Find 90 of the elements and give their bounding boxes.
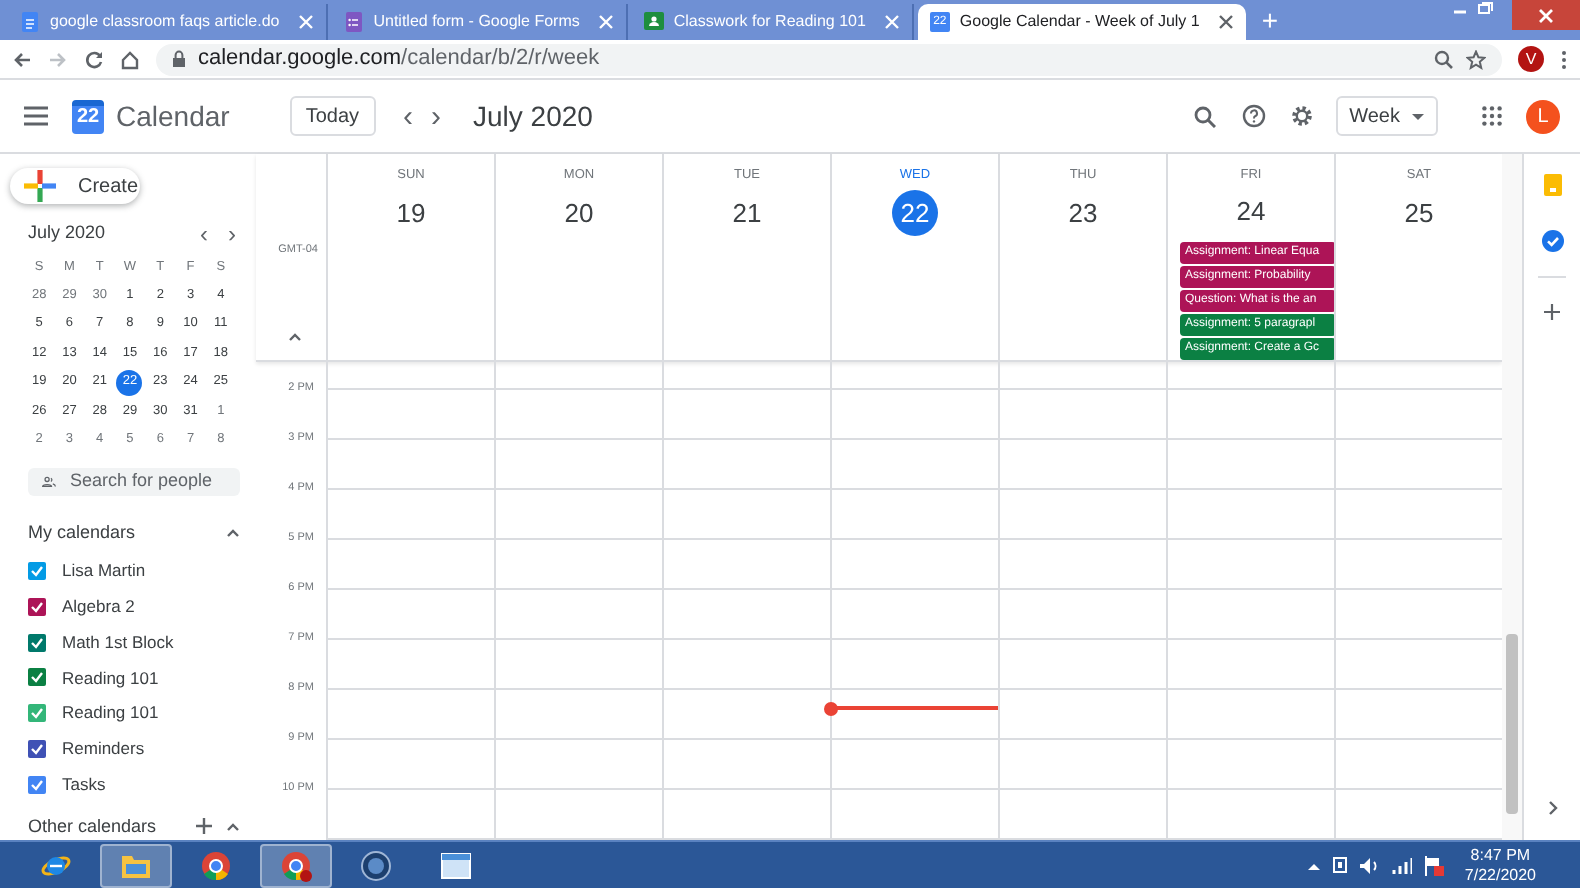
search-icon[interactable] bbox=[1193, 105, 1216, 127]
day-number[interactable]: 25 bbox=[1404, 189, 1434, 236]
device-icon[interactable] bbox=[1332, 856, 1349, 874]
calendar-logo: 22 bbox=[72, 99, 104, 133]
search-people-field[interactable]: Search for people bbox=[28, 467, 240, 496]
tab-title: google classroom faqs article.do bbox=[50, 10, 282, 34]
calendar-checkbox[interactable] bbox=[28, 668, 46, 687]
day-number[interactable]: 24 bbox=[1236, 189, 1266, 232]
calendar-checkbox[interactable] bbox=[28, 633, 46, 652]
back-icon[interactable] bbox=[12, 49, 32, 69]
more-icon[interactable] bbox=[1560, 49, 1568, 69]
add-icon[interactable] bbox=[196, 818, 212, 835]
calendar-name: Reading 101 bbox=[62, 700, 159, 726]
mini-previous-button[interactable]: ‹ bbox=[200, 221, 208, 246]
chrome-logo-icon bbox=[280, 849, 312, 881]
restore-icon[interactable] bbox=[1472, 0, 1496, 18]
help-icon[interactable] bbox=[1241, 104, 1266, 128]
calendar-checkbox[interactable] bbox=[28, 775, 46, 794]
checkmark-icon bbox=[30, 741, 44, 756]
volume-icon[interactable] bbox=[1360, 857, 1381, 873]
taskbar-app[interactable] bbox=[260, 843, 332, 887]
tab-title: Google Calendar - Week of July 1 bbox=[959, 10, 1202, 34]
menu-icon[interactable] bbox=[24, 106, 48, 126]
day-number[interactable]: 22 bbox=[892, 189, 938, 236]
zoom-icon[interactable] bbox=[1434, 49, 1454, 69]
apps-grid-icon[interactable] bbox=[1482, 106, 1502, 126]
scrollbar-thumb[interactable] bbox=[1506, 634, 1518, 814]
checkmark-icon bbox=[30, 777, 44, 792]
signal-icon[interactable] bbox=[1392, 857, 1413, 873]
star-icon[interactable] bbox=[1466, 49, 1486, 69]
today-button[interactable]: Today bbox=[289, 96, 376, 136]
day-number[interactable]: 21 bbox=[732, 189, 762, 236]
close-icon[interactable] bbox=[1217, 14, 1234, 30]
form-icon bbox=[343, 12, 364, 32]
calendar-name: Tasks bbox=[62, 771, 106, 797]
window-icon bbox=[440, 849, 472, 881]
collapse-caret-icon[interactable] bbox=[288, 332, 302, 343]
tab-title: Untitled form - Google Forms bbox=[373, 10, 582, 34]
calendar-checkbox[interactable] bbox=[28, 597, 46, 616]
collapse-caret-icon[interactable] bbox=[226, 821, 240, 832]
address-bar[interactable]: calendar.google.com/calendar/b/2/r/week bbox=[156, 43, 1502, 75]
plus-icon bbox=[22, 168, 58, 204]
reload-icon[interactable] bbox=[84, 49, 104, 69]
calendar-name: Algebra 2 bbox=[62, 594, 135, 620]
day-number[interactable]: 23 bbox=[1068, 189, 1098, 236]
section-title: Other calendars bbox=[28, 813, 159, 839]
clock-time: 8:47 PM bbox=[1470, 845, 1531, 865]
close-icon bbox=[1538, 7, 1554, 23]
view-dropdown[interactable]: Week bbox=[1335, 96, 1438, 136]
calendar-name: Reminders bbox=[62, 736, 145, 762]
calendar-checkbox[interactable] bbox=[28, 704, 46, 723]
home-icon[interactable] bbox=[120, 49, 140, 69]
mini-calendar-title: July 2020 bbox=[28, 220, 108, 246]
section-title: My calendars bbox=[28, 519, 138, 546]
chrome-logo-icon bbox=[200, 849, 232, 881]
collapse-caret-icon[interactable] bbox=[226, 528, 240, 538]
checkmark-icon bbox=[30, 599, 44, 614]
calendar-name: Lisa Martin bbox=[62, 558, 146, 584]
document-icon bbox=[20, 12, 40, 32]
tray-caret-icon[interactable] bbox=[1308, 861, 1321, 869]
calendar-name: Math 1st Block bbox=[62, 629, 174, 655]
check-circle-icon[interactable] bbox=[1541, 230, 1563, 252]
clock-date: 7/22/2020 bbox=[1464, 865, 1536, 885]
close-window-button[interactable] bbox=[1512, 0, 1580, 30]
people-icon bbox=[42, 473, 56, 490]
period-title: July 2020 bbox=[473, 97, 593, 136]
profile-avatar[interactable]: V bbox=[1518, 46, 1544, 72]
checkmark-icon bbox=[30, 670, 44, 685]
settings-icon[interactable] bbox=[1289, 104, 1314, 128]
calendar-checkbox[interactable] bbox=[28, 562, 46, 581]
taskbar-app[interactable] bbox=[100, 843, 172, 887]
tab-title: Classwork for Reading 101 bbox=[673, 10, 868, 34]
previous-week-button[interactable]: ‹ bbox=[403, 101, 414, 131]
create-button[interactable]: Create bbox=[10, 168, 140, 204]
url-text: calendar.google.com/calendar/b/2/r/week bbox=[198, 44, 600, 75]
add-icon[interactable] bbox=[1544, 304, 1560, 320]
mini-next-button[interactable]: › bbox=[228, 221, 236, 246]
dropdown-caret-icon bbox=[1412, 113, 1424, 119]
flag-icon[interactable] bbox=[1424, 855, 1445, 875]
next-week-button[interactable]: › bbox=[431, 101, 442, 131]
checkmark-icon bbox=[30, 635, 44, 650]
app-title: Calendar bbox=[116, 97, 230, 135]
checkmark-icon bbox=[30, 706, 44, 721]
calendar-name: Reading 101 bbox=[62, 665, 159, 691]
checkmark-icon bbox=[30, 564, 44, 579]
lock-icon bbox=[172, 50, 186, 68]
day-number[interactable]: 20 bbox=[564, 189, 594, 236]
day-number[interactable]: 19 bbox=[396, 189, 426, 236]
classroom-icon bbox=[643, 12, 664, 32]
calendar-checkbox[interactable] bbox=[28, 739, 46, 758]
